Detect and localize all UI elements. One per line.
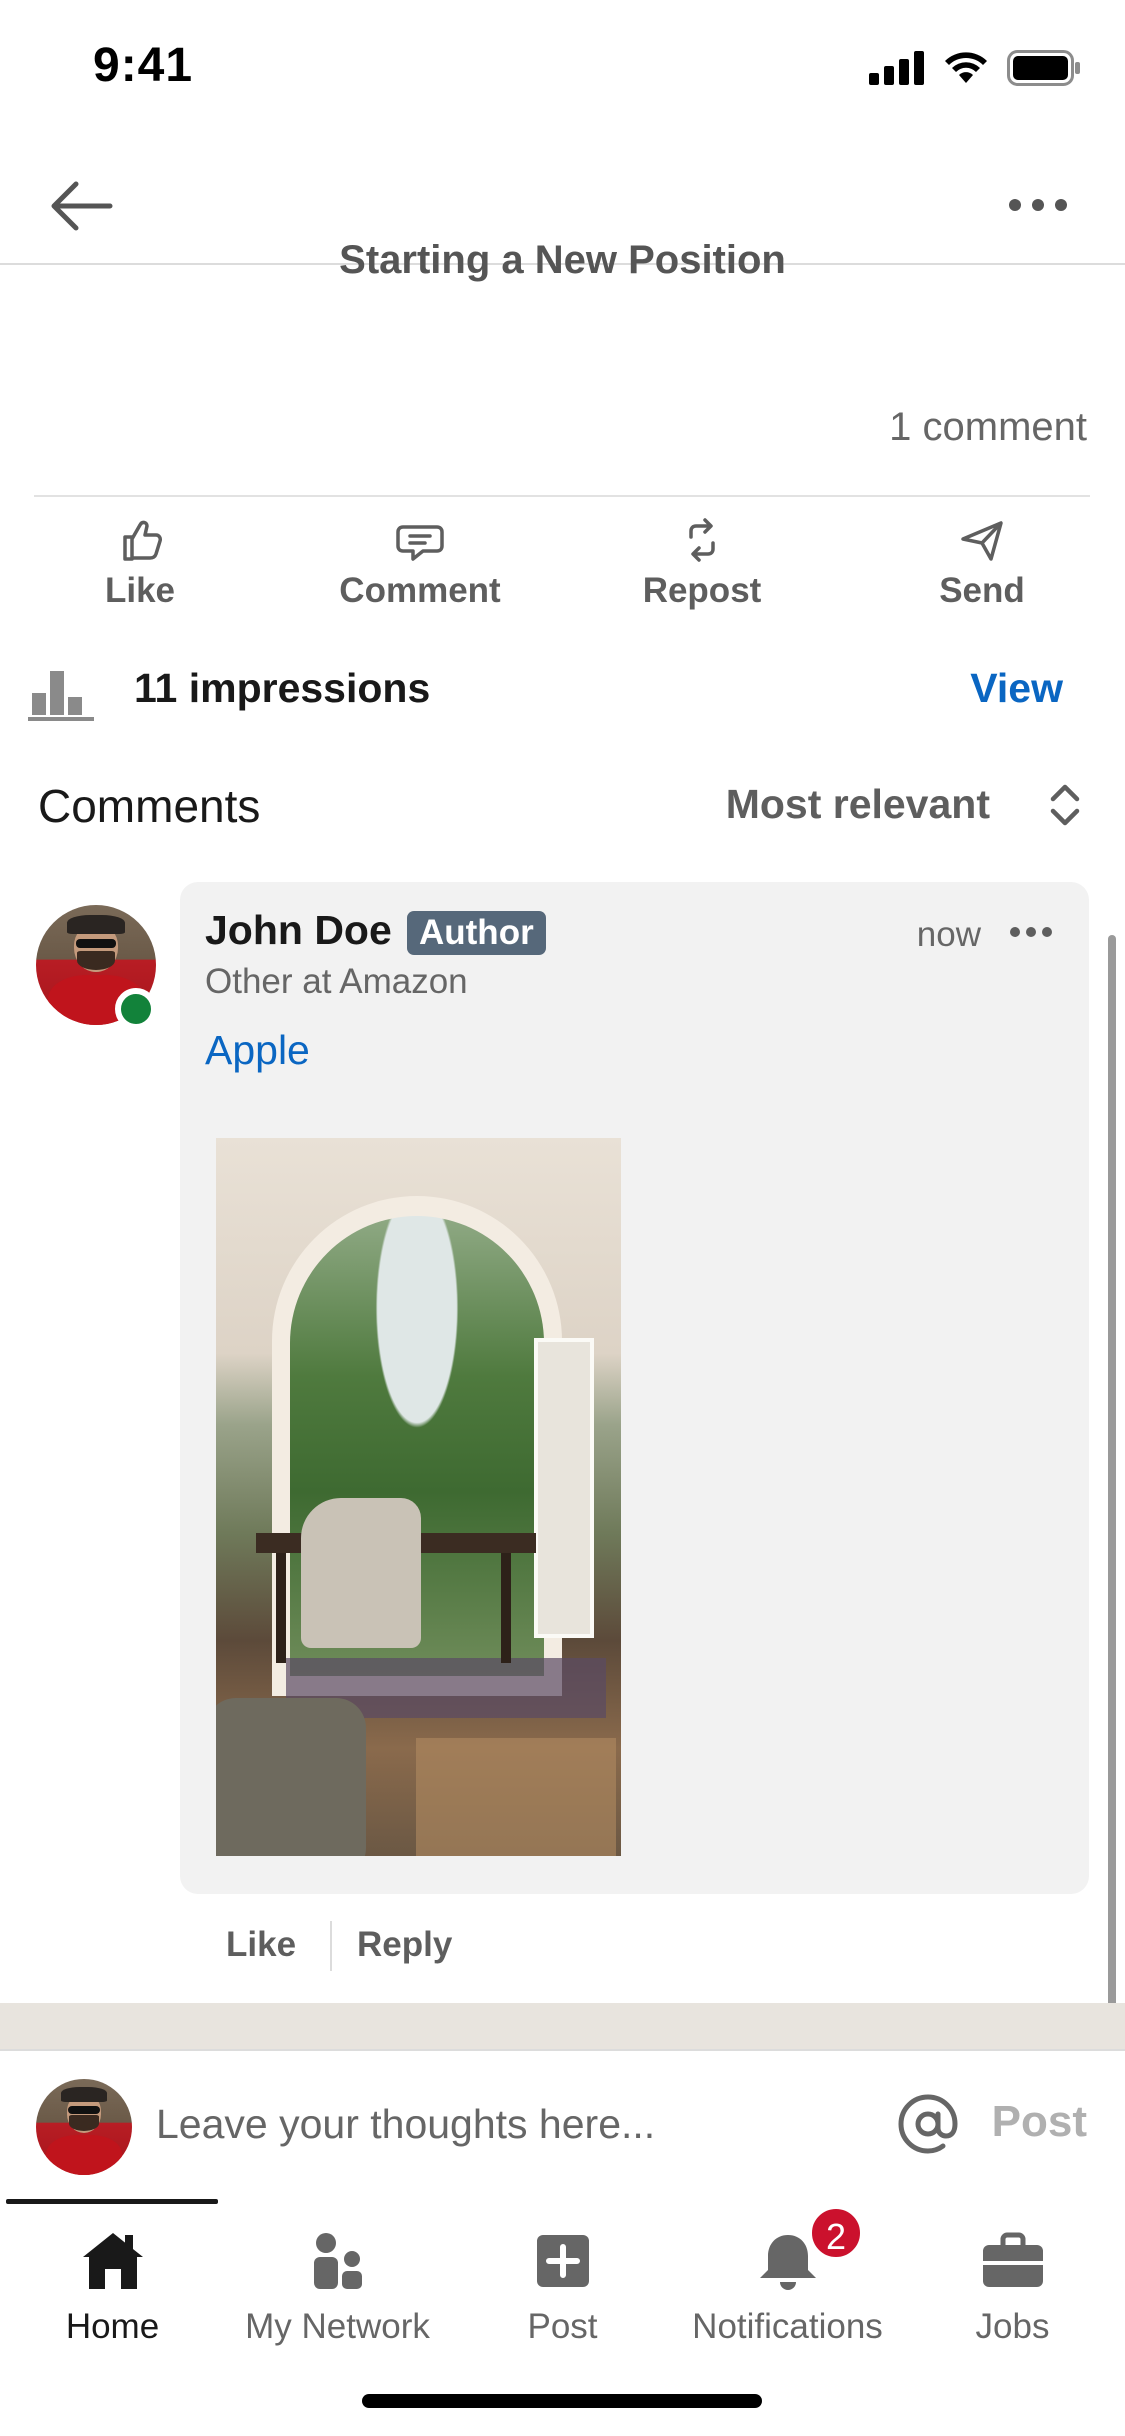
wifi-icon	[945, 52, 987, 83]
screen: 9:41 Starting a New Position 1 comment L…	[0, 0, 1125, 2436]
like-label: Like	[104, 571, 176, 610]
company-mention-link[interactable]: Apple	[205, 1027, 310, 1074]
network-icon	[313, 2233, 362, 2289]
tab-post[interactable]: Post	[450, 2213, 675, 2353]
section-separator	[0, 2003, 1125, 2049]
impressions-count: 11 impressions	[134, 665, 431, 711]
active-tab-indicator	[6, 2199, 218, 2204]
repost-icon	[689, 518, 715, 562]
tab-notifications-label: Notifications	[692, 2307, 883, 2346]
comment-more-icon[interactable]	[1009, 925, 1053, 939]
comment-like-button[interactable]: Like	[226, 1925, 296, 1965]
online-status-indicator	[115, 988, 157, 1030]
comments-header: Comments Most relevant	[0, 775, 1125, 845]
plus-square-icon	[536, 2235, 589, 2287]
sort-dropdown[interactable]: Most relevant	[726, 781, 990, 828]
tab-post-label: Post	[527, 2307, 598, 2346]
thumbs-up-icon	[123, 520, 162, 561]
repost-button[interactable]: Repost	[602, 515, 802, 611]
tab-my-network[interactable]: My Network	[225, 2213, 450, 2353]
home-indicator[interactable]	[362, 2394, 762, 2408]
send-icon	[961, 521, 1003, 561]
tab-jobs-label: Jobs	[975, 2307, 1050, 2346]
scrollbar[interactable]	[1108, 935, 1116, 2045]
comment-bubble: John Doe Author now Other at Amazon Appl…	[180, 882, 1089, 1894]
briefcase-icon	[982, 2232, 1043, 2287]
tab-notifications[interactable]: Notifications	[675, 2213, 900, 2353]
comment-actions-separator	[330, 1921, 332, 1971]
cellular-signal-icon	[869, 51, 924, 85]
notifications-badge: 2	[808, 2205, 864, 2261]
chevron-up-down-icon[interactable]	[1045, 777, 1085, 833]
comment-icon	[396, 525, 444, 561]
post-title-clipped: Starting a New Position	[339, 238, 786, 282]
author-badge: Author	[407, 911, 546, 955]
comments-title: Comments	[38, 780, 261, 832]
repost-label: Repost	[642, 571, 762, 610]
send-label: Send	[939, 571, 1025, 610]
comment-actions: Like Reply	[0, 1921, 1125, 1975]
mention-at-icon[interactable]	[895, 2091, 961, 2157]
comment-composer: Leave your thoughts here... Post	[0, 2049, 1125, 2199]
comment-label: Comment	[339, 571, 501, 610]
comment-count[interactable]: 1 comment	[889, 405, 1087, 450]
battery-icon	[1007, 50, 1080, 86]
tab-home-label: Home	[65, 2307, 160, 2346]
post-comment-button[interactable]: Post	[992, 2097, 1087, 2147]
status-time: 9:41	[93, 39, 194, 92]
like-button[interactable]: Like	[40, 515, 240, 611]
impressions-row: 11 impressions View	[0, 655, 1125, 725]
tab-home[interactable]: Home	[0, 2213, 225, 2353]
comment-input[interactable]: Leave your thoughts here...	[156, 2101, 655, 2148]
status-icons	[869, 50, 1081, 86]
tab-jobs[interactable]: Jobs	[900, 2213, 1125, 2353]
comment-author-headline: Other at Amazon	[205, 962, 468, 1001]
comment-timestamp: now	[916, 915, 981, 954]
comment-reply-button[interactable]: Reply	[357, 1925, 452, 1965]
status-bar: 9:41	[0, 0, 1125, 140]
divider	[34, 495, 1090, 497]
analytics-bar-icon	[28, 671, 94, 721]
home-icon	[82, 2233, 143, 2289]
send-button[interactable]: Send	[882, 515, 1082, 611]
view-analytics-link[interactable]: View	[970, 665, 1063, 712]
comment-button[interactable]: Comment	[320, 515, 520, 611]
tab-my-network-label: My Network	[245, 2307, 430, 2346]
comment-attached-photo[interactable]	[216, 1138, 621, 1856]
more-options-icon[interactable]	[1003, 180, 1073, 230]
composer-avatar	[36, 2079, 132, 2175]
comment-author-name[interactable]: John Doe	[205, 907, 392, 954]
post-action-bar: Like Comment Repost Send	[0, 515, 1125, 625]
